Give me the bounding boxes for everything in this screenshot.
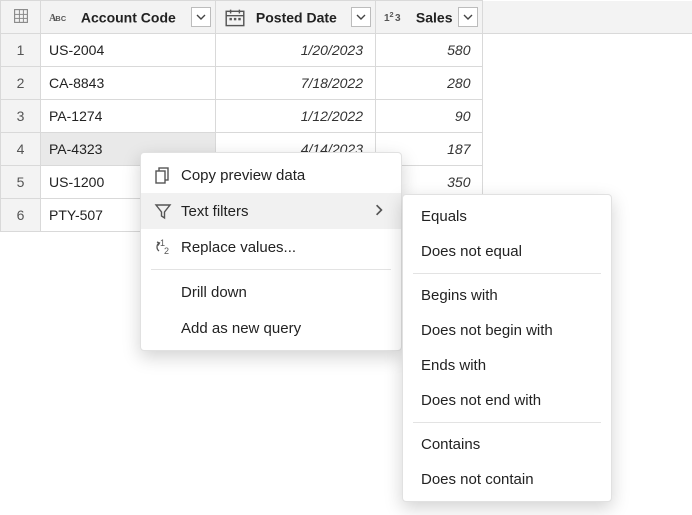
- menu-label: Replace values...: [181, 239, 385, 256]
- cell-blank: [483, 133, 692, 166]
- menu-separator: [151, 269, 391, 270]
- menu-separator: [413, 273, 601, 274]
- col-filter-button[interactable]: [191, 7, 211, 27]
- svg-text:C: C: [61, 14, 67, 23]
- cell-blank: [483, 100, 692, 133]
- chevron-down-icon: [196, 12, 206, 22]
- menu-drill-down[interactable]: Drill down: [141, 274, 401, 310]
- table-row[interactable]: 2CA-88437/18/2022280: [1, 67, 692, 100]
- menu-text-filters[interactable]: Text filters: [141, 193, 401, 229]
- filter-does-not-end-with[interactable]: Does not end with: [403, 383, 611, 418]
- row-number[interactable]: 2: [1, 67, 41, 100]
- filter-does-not-equal[interactable]: Does not equal: [403, 234, 611, 269]
- chevron-down-icon: [463, 12, 473, 22]
- cell-sales[interactable]: 280: [376, 67, 483, 100]
- cell-account-code[interactable]: PA-1274: [41, 100, 216, 133]
- menu-label: Copy preview data: [181, 167, 385, 184]
- svg-text:2: 2: [390, 10, 394, 19]
- cell-posted-date[interactable]: 1/12/2022: [216, 100, 376, 133]
- text-filters-submenu: Equals Does not equal Begins with Does n…: [402, 194, 612, 502]
- col-filter-button[interactable]: [458, 7, 478, 27]
- cell-sales[interactable]: 90: [376, 100, 483, 133]
- menu-label: Text filters: [181, 203, 355, 220]
- copy-icon: [153, 165, 181, 185]
- menu-add-as-new-query[interactable]: Add as new query: [141, 310, 401, 346]
- svg-text:3: 3: [395, 13, 401, 24]
- cell-blank: [483, 67, 692, 100]
- col-filter-button[interactable]: [351, 7, 371, 27]
- menu-replace-values[interactable]: 12 Replace values...: [141, 229, 401, 265]
- cell-sales[interactable]: 580: [376, 34, 483, 67]
- cell-account-code[interactable]: US-2004: [41, 34, 216, 67]
- chevron-right-icon: [373, 203, 385, 220]
- menu-label: Drill down: [181, 284, 385, 301]
- col-header-account-code[interactable]: ABC Account Code: [41, 1, 216, 34]
- col-header-blank: [483, 1, 692, 34]
- chevron-down-icon: [356, 12, 366, 22]
- context-menu: Copy preview data Text filters 12 Replac…: [140, 152, 402, 351]
- cell-account-code[interactable]: CA-8843: [41, 67, 216, 100]
- row-number[interactable]: 6: [1, 199, 41, 232]
- table-row[interactable]: 3PA-12741/12/202290: [1, 100, 692, 133]
- date-type-icon: [224, 8, 246, 26]
- row-number[interactable]: 5: [1, 166, 41, 199]
- row-number[interactable]: 4: [1, 133, 41, 166]
- filter-equals[interactable]: Equals: [403, 199, 611, 234]
- col-label: Sales: [416, 9, 453, 25]
- number-type-icon: 123: [384, 8, 406, 26]
- filter-icon: [153, 201, 181, 221]
- text-type-icon: ABC: [49, 8, 71, 26]
- menu-separator: [413, 422, 601, 423]
- replace-icon: 12: [153, 237, 181, 257]
- col-header-sales[interactable]: 123 Sales: [376, 1, 483, 34]
- row-number[interactable]: 3: [1, 100, 41, 133]
- filter-does-not-contain[interactable]: Does not contain: [403, 462, 611, 497]
- cell-posted-date[interactable]: 7/18/2022: [216, 67, 376, 100]
- filter-begins-with[interactable]: Begins with: [403, 278, 611, 313]
- col-label: Posted Date: [256, 9, 337, 25]
- col-header-posted-date[interactable]: Posted Date: [216, 1, 376, 34]
- menu-copy-preview-data[interactable]: Copy preview data: [141, 157, 401, 193]
- cell-blank: [483, 34, 692, 67]
- filter-contains[interactable]: Contains: [403, 427, 611, 462]
- svg-text:2: 2: [164, 246, 169, 256]
- filter-does-not-begin-with[interactable]: Does not begin with: [403, 313, 611, 348]
- col-label: Account Code: [81, 9, 176, 25]
- cell-posted-date[interactable]: 1/20/2023: [216, 34, 376, 67]
- row-number[interactable]: 1: [1, 34, 41, 67]
- table-corner[interactable]: [1, 1, 41, 34]
- menu-label: Add as new query: [181, 320, 385, 337]
- table-row[interactable]: 1US-20041/20/2023580: [1, 34, 692, 67]
- filter-ends-with[interactable]: Ends with: [403, 348, 611, 383]
- svg-text:B: B: [55, 14, 60, 23]
- table-icon: [13, 8, 29, 24]
